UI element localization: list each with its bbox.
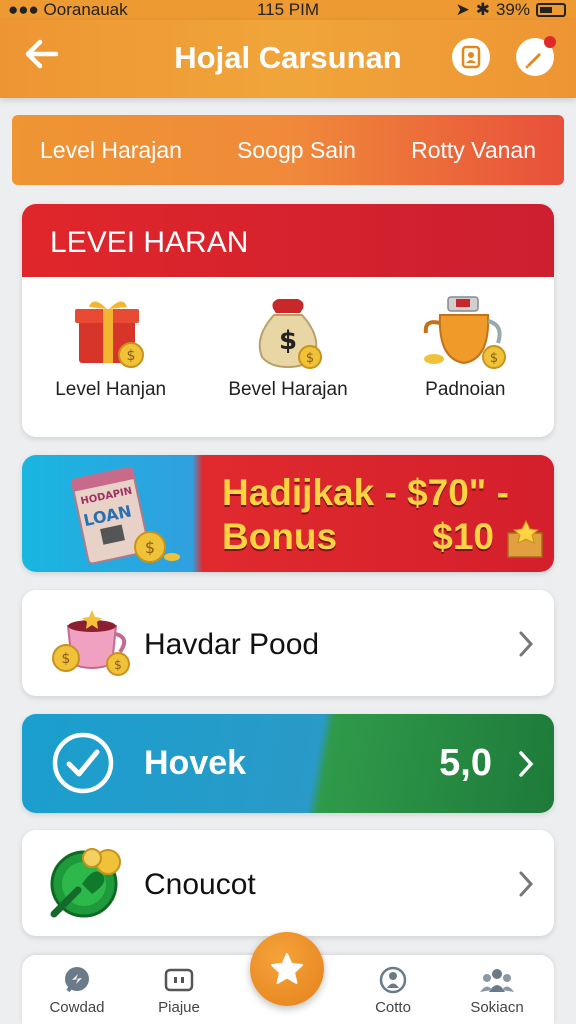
gift-box-icon: $ <box>74 301 144 368</box>
tab-bar: Level Harajan Soogp Sain Rotty Vanan <box>12 115 564 185</box>
svg-text:$: $ <box>62 651 71 667</box>
nav-item-piajue[interactable]: Piajue <box>124 963 234 1016</box>
svg-text:$: $ <box>306 351 314 366</box>
green-coin-icon <box>50 848 121 918</box>
level-item-label: Level Hanjan <box>55 379 167 400</box>
row-value: 5,0 <box>439 742 492 784</box>
money-bag-icon: $ $ <box>258 299 322 369</box>
level-item-teapot[interactable]: $ Padnoian <box>380 293 550 401</box>
battery-icon <box>536 3 566 17</box>
promo-amount: $10 <box>432 516 494 557</box>
group-icon <box>480 963 514 997</box>
nav-label: Sokiacn <box>470 999 524 1016</box>
list-item-cnoucot[interactable]: Cnoucot <box>22 830 554 936</box>
nav-label: Cowdad <box>49 999 105 1016</box>
promo-line-1: Hadijkak - $70" - <box>222 472 509 513</box>
bluetooth-icon: ✱ <box>475 0 490 19</box>
app-header: Hojal Carsunan <box>0 20 576 98</box>
star-icon <box>271 953 303 984</box>
svg-text:$: $ <box>279 326 297 356</box>
row-label: Cnoucot <box>144 868 256 901</box>
cup-coins-icon: $ $ <box>52 610 130 676</box>
nav-item-sokiacn[interactable]: Sokiacn <box>442 963 552 1016</box>
level-card: LEVEI HARAN $ Level Hanjan $ $ Bevel Har… <box>22 204 554 437</box>
svg-text:$: $ <box>490 351 498 366</box>
notification-pen-icon <box>525 53 541 69</box>
check-circle-icon <box>52 732 114 794</box>
svg-text:$: $ <box>114 658 122 672</box>
favorite-fab-button[interactable] <box>250 932 324 1006</box>
notification-button[interactable] <box>516 36 556 76</box>
level-item-label: Bevel Harajan <box>228 379 348 400</box>
level-item-gift[interactable]: $ Level Hanjan <box>26 293 196 401</box>
chevron-right-icon <box>519 631 534 657</box>
tab-soogp-sain[interactable]: Soogp Sain <box>237 137 356 164</box>
notification-badge <box>544 36 556 48</box>
status-bar: ●●● Ooranauak 115 PIM ➤ ✱ 39% <box>0 0 576 20</box>
tab-rotty-vanan[interactable]: Rotty Vanan <box>411 137 536 164</box>
svg-text:$: $ <box>126 348 135 364</box>
battery-percent: 39% <box>495 0 530 19</box>
list-item-havdar-pood[interactable]: $ $ Havdar Pood <box>22 590 554 696</box>
nav-item-cotto[interactable]: Cotto <box>338 963 448 1016</box>
gift-box-icon <box>507 519 543 558</box>
location-icon: ➤ <box>455 0 470 19</box>
contact-icon <box>461 45 481 69</box>
nav-item-cowdad[interactable]: Cowdad <box>22 963 132 1016</box>
nav-label: Cotto <box>375 999 411 1016</box>
level-card-title: LEVEI HARAN <box>22 204 554 277</box>
teapot-icon: $ <box>424 296 507 369</box>
chevron-right-icon <box>519 751 534 777</box>
promo-banner[interactable]: HODAPIN LOAN $ Hadijkak - $70" - Bonus $… <box>22 455 554 572</box>
chevron-right-icon <box>519 871 534 897</box>
nav-label: Piajue <box>158 999 200 1016</box>
pouch-icon: HODAPIN LOAN $ <box>71 466 180 565</box>
level-item-money[interactable]: $ $ Bevel Harajan <box>203 293 373 401</box>
row-label: Hovek <box>144 744 247 782</box>
row-label: Havdar Pood <box>144 628 320 661</box>
tab-level-harajan[interactable]: Level Harajan <box>40 137 182 164</box>
list-item-hovek[interactable]: Hovek 5,0 <box>22 714 554 813</box>
level-item-label: Padnoian <box>425 379 506 400</box>
contact-button[interactable] <box>452 38 490 76</box>
svg-text:$: $ <box>145 538 155 557</box>
chat-icon <box>60 963 94 997</box>
ticket-icon <box>162 963 196 997</box>
person-circle-icon <box>376 963 410 997</box>
promo-line-2: Bonus <box>222 516 338 557</box>
